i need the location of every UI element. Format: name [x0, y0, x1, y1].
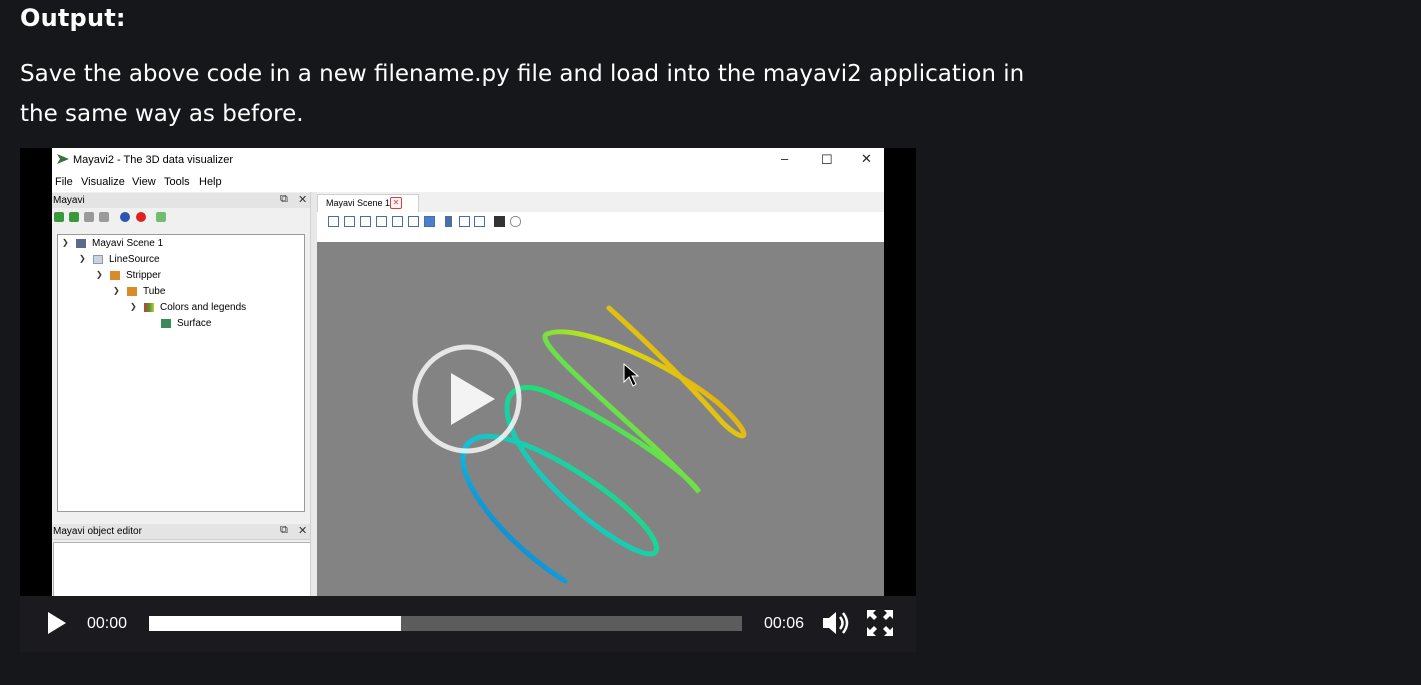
panel-splitter[interactable]	[310, 192, 317, 596]
scene-viewport[interactable]	[317, 242, 884, 596]
grid-icon	[93, 255, 103, 264]
window-title: Mayavi2 - The 3D data visualizer	[73, 154, 233, 166]
colors-icon	[144, 303, 154, 312]
float-panel-icon[interactable]: ⧉	[280, 524, 288, 537]
tube-helix-render	[460, 305, 747, 584]
isometric-icon[interactable]	[424, 216, 435, 227]
section-heading: Output:	[20, 4, 126, 32]
object-editor	[52, 540, 311, 596]
fullscreen-icon[interactable]	[865, 608, 895, 638]
view-x-neg-icon[interactable]	[344, 216, 355, 227]
big-play-icon[interactable]	[411, 343, 523, 455]
chevron-down-icon[interactable]: ❯	[113, 286, 120, 295]
view-y-neg-icon[interactable]	[376, 216, 387, 227]
close-icon[interactable]: ✕	[861, 151, 872, 167]
edit-icon[interactable]	[156, 212, 166, 222]
tree-node-label: LineSource	[109, 254, 160, 265]
save-icon[interactable]	[494, 216, 505, 227]
seek-bar[interactable]	[149, 616, 742, 631]
record-icon[interactable]	[136, 212, 146, 222]
maximize-icon[interactable]: ☐	[821, 152, 833, 168]
tree-panel-header: Mayavi ⧉ ✕	[52, 193, 310, 209]
fullscreen-scene-icon[interactable]	[474, 216, 485, 227]
menu-tools[interactable]: Tools	[164, 176, 190, 188]
editor-panel-header: Mayavi object editor ⧉ ✕	[52, 524, 310, 540]
close-panel-icon[interactable]: ✕	[298, 193, 307, 206]
chevron-down-icon[interactable]: ❯	[130, 302, 137, 311]
menu-help[interactable]: Help	[199, 176, 222, 188]
surface-icon	[161, 319, 171, 328]
video-player[interactable]: Mayavi2 - The 3D data visualizer – ☐ ✕ F…	[20, 148, 916, 652]
seek-bar-buffered	[149, 616, 402, 631]
chevron-down-icon[interactable]: ❯	[62, 238, 69, 247]
add-filter-icon[interactable]	[84, 212, 94, 222]
minimize-icon[interactable]: –	[781, 151, 788, 166]
mayavi-logo-icon	[57, 154, 69, 164]
scene-icon	[76, 239, 86, 248]
object-editor-content	[53, 542, 311, 596]
play-icon[interactable]	[44, 610, 68, 636]
menu-file[interactable]: File	[55, 176, 73, 188]
view-x-icon[interactable]	[328, 216, 339, 227]
float-panel-icon[interactable]: ⧉	[280, 193, 288, 206]
pipeline-tree: ❯ Mayavi Scene 1 ❯ LineSource ❯ Stripper…	[57, 234, 305, 512]
parallel-projection-icon[interactable]	[445, 216, 452, 227]
tree-panel-title: Mayavi	[53, 195, 85, 206]
tree-node-label: Stripper	[126, 270, 162, 281]
player-controls: 00:00 00:06	[20, 596, 916, 652]
chevron-down-icon[interactable]: ❯	[79, 254, 86, 263]
pencil-icon	[110, 271, 120, 280]
add-module-icon[interactable]	[99, 212, 109, 222]
view-z-neg-icon[interactable]	[408, 216, 419, 227]
chevron-down-icon[interactable]: ❯	[96, 270, 103, 279]
tree-node-label: Colors and legends	[160, 302, 247, 313]
add-scene-icon[interactable]	[54, 212, 64, 222]
instruction-paragraph: Save the above code in a new filename.py…	[20, 61, 1025, 127]
view-z-icon[interactable]	[392, 216, 403, 227]
window-titlebar: Mayavi2 - The 3D data visualizer – ☐ ✕	[52, 148, 884, 172]
tree-toolbar	[52, 208, 310, 226]
help-icon[interactable]	[120, 212, 130, 222]
menu-bar: File Visualize View Tools Help	[52, 172, 884, 192]
scene-tab-label: Mayavi Scene 1	[326, 198, 391, 208]
scene-toolbar	[317, 212, 884, 243]
view-y-icon[interactable]	[360, 216, 371, 227]
pencil-icon	[127, 287, 137, 296]
menu-view[interactable]: View	[132, 176, 156, 188]
close-tab-icon[interactable]: ✕	[390, 197, 402, 209]
close-panel-icon[interactable]: ✕	[298, 524, 307, 537]
configure-icon[interactable]	[510, 216, 521, 227]
tree-node-label: Surface	[177, 318, 212, 329]
menu-visualize[interactable]: Visualize	[81, 176, 125, 188]
tree-node-label: Mayavi Scene 1	[92, 238, 164, 249]
duration-time: 00:06	[764, 615, 805, 632]
tree-node-label: Tube	[143, 286, 166, 297]
add-source-icon[interactable]	[69, 212, 79, 222]
volume-icon[interactable]	[820, 608, 850, 638]
axes-icon[interactable]	[459, 216, 470, 227]
editor-panel-title: Mayavi object editor	[53, 526, 142, 537]
tab-scene[interactable]: Mayavi Scene 1 ✕	[317, 194, 419, 213]
current-time: 00:00	[87, 615, 128, 632]
